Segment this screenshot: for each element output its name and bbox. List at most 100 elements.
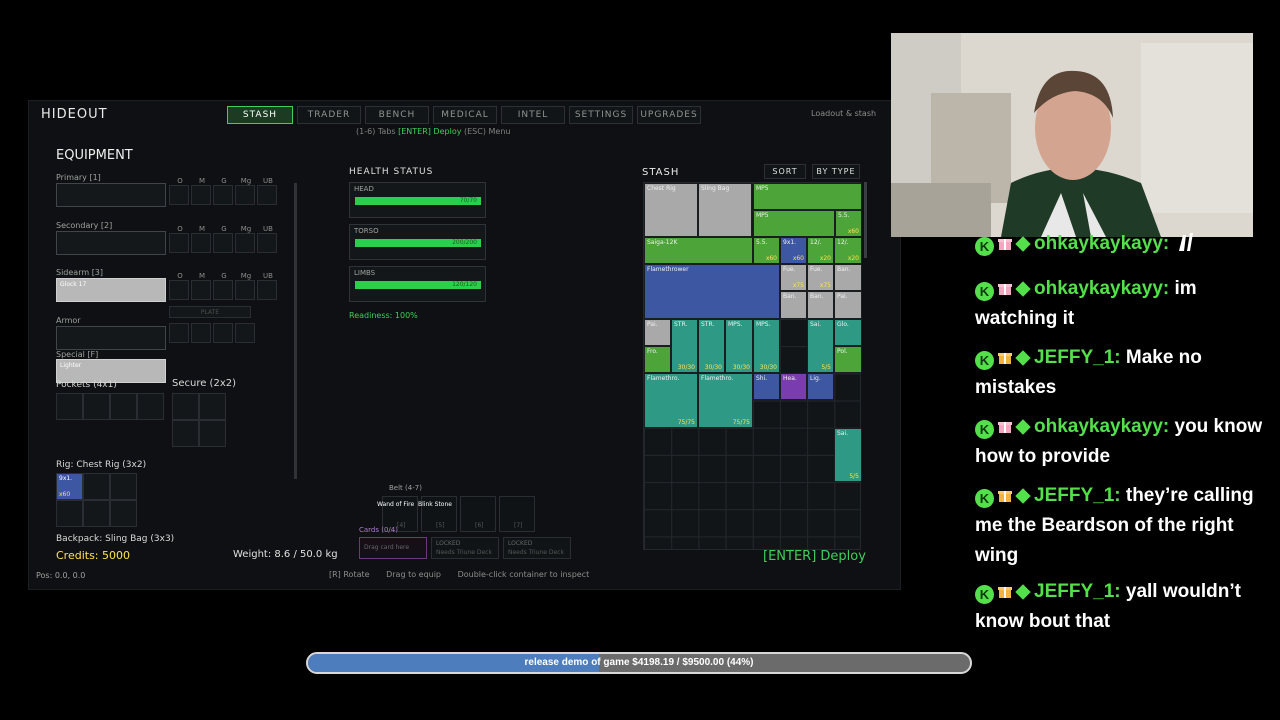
stash-item[interactable]: STR. 30/30: [698, 319, 725, 373]
stash-item[interactable]: Fro.: [644, 346, 671, 373]
diamond-badge-icon: [1015, 419, 1031, 435]
primary-label: Primary [1]: [56, 173, 101, 182]
stash-item[interactable]: MP5: [753, 210, 835, 237]
attachment-slot[interactable]: [169, 233, 189, 253]
tab-stash[interactable]: STASH: [227, 106, 293, 124]
attachment-slot[interactable]: [169, 280, 189, 300]
stash-grid[interactable]: Chest Rig Sling Bag MP5 MP5 5.5. x60 Saig…: [643, 182, 862, 550]
sort-button[interactable]: SORT: [764, 164, 806, 179]
stash-item[interactable]: 12/. x20: [807, 237, 834, 264]
stash-item[interactable]: Ban.: [834, 264, 862, 291]
card-slot-1[interactable]: Drag card here: [359, 537, 427, 559]
attachment-slot[interactable]: [213, 280, 233, 300]
attachment-slot[interactable]: [257, 185, 277, 205]
rig-cell[interactable]: [110, 473, 137, 500]
stash-item[interactable]: Hea.: [780, 373, 807, 400]
stash-item[interactable]: MPS. 30/30: [753, 319, 780, 373]
stash-item[interactable]: Lig.: [807, 373, 834, 400]
rig-cell[interactable]: [110, 500, 137, 527]
footer-hints: [R] Rotate Drag to equip Double-click co…: [329, 570, 589, 579]
belt-slot-4[interactable]: [7]: [499, 496, 535, 532]
stash-item[interactable]: Shi.: [753, 373, 780, 400]
readiness-text: Readiness: 100%: [349, 311, 418, 320]
tab-trader[interactable]: TRADER: [297, 106, 361, 124]
attachment-slot[interactable]: [235, 185, 255, 205]
stash-item[interactable]: 9x1. x60: [780, 237, 807, 264]
pocket-cell[interactable]: [137, 393, 164, 420]
rig-item-ammo[interactable]: 9x1. x60: [56, 473, 83, 500]
stash-item[interactable]: Saiga-12K: [644, 237, 753, 264]
stash-item[interactable]: 12/. x20: [834, 237, 862, 264]
belt-slot-2[interactable]: Blink Stone [5]: [418, 496, 457, 532]
equipment-scrollbar[interactable]: [294, 183, 297, 479]
secure-cell[interactable]: [172, 393, 199, 420]
sidearm-slot[interactable]: Glock 17: [56, 278, 166, 302]
stash-item[interactable]: Ban.: [807, 291, 834, 319]
stash-item[interactable]: MP5: [753, 183, 862, 210]
armor-slot[interactable]: [56, 326, 166, 350]
stash-item[interactable]: Flamethro. 75/75: [644, 373, 698, 428]
deploy-button[interactable]: [ENTER] Deploy: [763, 549, 866, 564]
pocket-cell[interactable]: [56, 393, 83, 420]
donation-goal-bar: release demo of game $4198.19 / $9500.00…: [306, 652, 972, 674]
stash-item[interactable]: STR. 30/30: [671, 319, 698, 373]
by-type-button[interactable]: BY TYPE: [812, 164, 860, 179]
tab-intel[interactable]: INTEL: [501, 106, 565, 124]
secure-cell[interactable]: [199, 420, 226, 447]
stash-item[interactable]: Flamethrower: [644, 264, 780, 319]
rig-cell[interactable]: [83, 500, 110, 527]
tab-bench[interactable]: BENCH: [365, 106, 429, 124]
armor-plate-slot[interactable]: PLATE: [169, 306, 251, 318]
rig-cell[interactable]: [83, 473, 110, 500]
gift-icon: [998, 284, 1012, 295]
stash-item[interactable]: Fue. x75: [807, 264, 834, 291]
stash-item[interactable]: Flamethro. 75/75: [698, 373, 753, 428]
stash-item[interactable]: Chest Rig: [644, 183, 698, 237]
attachment-slot[interactable]: [169, 185, 189, 205]
attachment-slot[interactable]: [235, 233, 255, 253]
kick-badge-icon: K: [975, 237, 994, 256]
game-window: HIDEOUT STASH TRADER BENCH MEDICAL INTEL…: [28, 100, 901, 590]
attachment-slot[interactable]: [257, 280, 277, 300]
chat-message: Kohkaykaykayy: im watching it: [975, 274, 1265, 334]
stash-item[interactable]: MPS. 30/30: [725, 319, 753, 373]
stash-item[interactable]: 5.5. x60: [835, 210, 862, 237]
stash-item[interactable]: 5.5. x60: [753, 237, 780, 264]
stash-item[interactable]: Sai. 5/5: [834, 428, 862, 482]
belt-slot-3[interactable]: [6]: [460, 496, 496, 532]
armor-sub-slot[interactable]: [169, 323, 189, 343]
stash-item[interactable]: Sling Bag: [698, 183, 752, 237]
tab-medical[interactable]: MEDICAL: [433, 106, 497, 124]
armor-sub-slot[interactable]: [213, 323, 233, 343]
stash-item[interactable]: Pai.: [644, 319, 671, 346]
secondary-slot[interactable]: [56, 231, 166, 255]
stash-scrollbar[interactable]: [864, 182, 867, 258]
secure-cell[interactable]: [199, 393, 226, 420]
stash-item[interactable]: Sai. 5/5: [807, 319, 834, 373]
chat-message: Kohkaykaykayy: you know how to provide: [975, 412, 1265, 472]
attachment-slot[interactable]: [213, 185, 233, 205]
pocket-cell[interactable]: [83, 393, 110, 420]
attachment-slot[interactable]: [191, 280, 211, 300]
stash-item[interactable]: Glo.: [834, 319, 862, 346]
stash-item[interactable]: Pol.: [834, 346, 862, 373]
attachment-slot[interactable]: [213, 233, 233, 253]
secure-cell[interactable]: [172, 420, 199, 447]
armor-sub-slot[interactable]: [191, 323, 211, 343]
gift-icon: [998, 491, 1012, 502]
pocket-cell[interactable]: [110, 393, 137, 420]
attachment-slot[interactable]: [191, 233, 211, 253]
armor-sub-slot[interactable]: [235, 323, 255, 343]
primary-slot[interactable]: [56, 183, 166, 207]
attachment-slot[interactable]: [257, 233, 277, 253]
stash-item[interactable]: Pai.: [834, 291, 862, 319]
stash-item[interactable]: Fue. x75: [780, 264, 807, 291]
tab-settings[interactable]: SETTINGS: [569, 106, 633, 124]
attachment-slot[interactable]: [191, 185, 211, 205]
tab-upgrades[interactable]: UPGRADES: [637, 106, 701, 124]
rig-cell[interactable]: [56, 500, 83, 527]
kick-badge-icon: K: [975, 351, 994, 370]
chat-username: ohkaykaykayy:: [1034, 278, 1170, 299]
stash-item[interactable]: Ban.: [780, 291, 807, 319]
attachment-slot[interactable]: [235, 280, 255, 300]
